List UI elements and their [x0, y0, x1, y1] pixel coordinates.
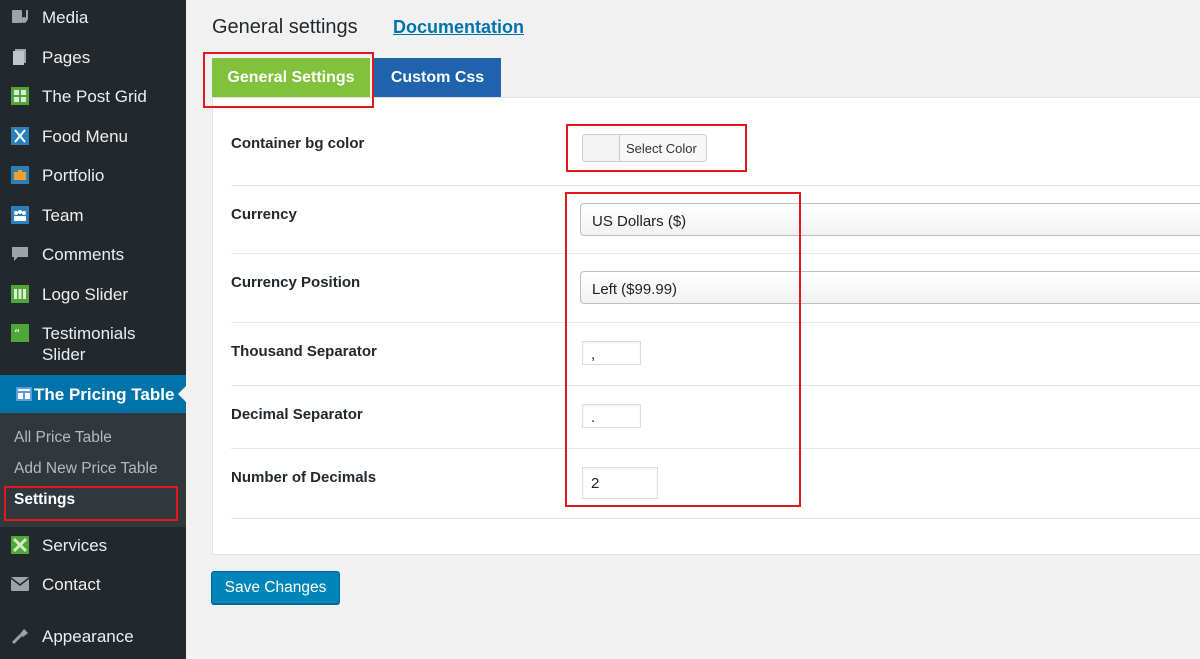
logo-slider-icon	[11, 285, 29, 303]
sidebar-item-label: Testimonials Slider	[42, 324, 136, 364]
sidebar-item-media[interactable]: Media	[0, 7, 186, 29]
pages-icon	[13, 49, 26, 65]
active-pointer	[178, 386, 186, 402]
media-icon	[12, 10, 28, 23]
number-of-decimals-input[interactable]: 2	[582, 467, 658, 499]
sidebar-item-team[interactable]: Team	[0, 205, 186, 227]
sidebar-item-testimonials[interactable]: “ Testimonials Slider	[0, 323, 186, 367]
sidebar-item-pages[interactable]: Pages	[0, 47, 186, 69]
pricing-table-submenu: All Price Table Add New Price Table Sett…	[0, 413, 186, 527]
row-divider	[231, 322, 1200, 323]
sidebar-item-food-menu[interactable]: Food Menu	[0, 126, 186, 148]
sidebar-item-label: Logo Slider	[42, 285, 129, 304]
tab-label: General Settings	[227, 69, 355, 86]
sidebar-item-post-grid[interactable]: The Post Grid	[0, 86, 186, 108]
post-grid-icon	[11, 87, 29, 105]
select-color-button[interactable]: Select Color	[582, 134, 707, 162]
services-icon	[11, 536, 29, 554]
sidebar-item-appearance[interactable]: Appearance	[0, 626, 186, 648]
row-divider	[231, 385, 1200, 386]
documentation-link[interactable]: Documentation	[393, 17, 524, 38]
sidebar-item-comments[interactable]: Comments	[0, 244, 186, 266]
sidebar-item-label: Comments	[42, 245, 125, 264]
currency-position-select[interactable]: Left ($99.99)	[580, 271, 1200, 304]
select-color-label: Select Color	[626, 141, 697, 156]
decimal-separator-input[interactable]: .	[582, 404, 641, 428]
contact-icon	[10, 577, 30, 591]
thousand-separator-label: Thousand Separator	[231, 343, 377, 360]
testimonials-icon: “	[11, 324, 29, 342]
currency-position-label: Currency Position	[231, 274, 361, 291]
sidebar-item-label: Contact	[42, 575, 101, 594]
sidebar-item-contact[interactable]: Contact	[0, 574, 186, 596]
portfolio-icon	[11, 166, 29, 184]
appearance-icon	[11, 629, 28, 645]
number-of-decimals-label: Number of Decimals	[231, 469, 377, 486]
sidebar-item-label: Team	[42, 206, 84, 225]
row-divider	[231, 253, 1200, 254]
tab-general-settings[interactable]: General Settings	[212, 58, 370, 104]
sidebar-item-label: Food Menu	[42, 127, 128, 146]
sidebar-item-label: Portfolio	[42, 166, 105, 185]
sidebar-item-label: The Pricing Table	[34, 385, 175, 404]
save-changes-button[interactable]: Save Changes	[211, 571, 340, 604]
sidebar-item-label: Appearance	[42, 627, 134, 646]
container-bg-label: Container bg color	[231, 135, 365, 152]
submenu-settings[interactable]: Settings	[14, 491, 75, 509]
food-menu-icon	[11, 127, 29, 145]
sidebar-item-services[interactable]: Services	[0, 535, 186, 557]
thousand-separator-input[interactable]: ,	[582, 341, 641, 365]
currency-label: Currency	[231, 206, 297, 223]
team-icon	[11, 206, 29, 224]
color-swatch	[583, 135, 620, 161]
sidebar-item-label: Pages	[42, 48, 91, 67]
tab-label: Custom Css	[390, 69, 485, 86]
sidebar-item-label: The Post Grid	[42, 87, 147, 106]
admin-sidebar: Media Pages The Post Grid Food Menu Port…	[0, 0, 186, 659]
sidebar-item-logo-slider[interactable]: Logo Slider	[0, 284, 186, 306]
sidebar-item-pricing-table[interactable]: The Pricing Table	[0, 375, 186, 413]
tab-custom-css[interactable]: Custom Css	[374, 58, 501, 97]
decimal-separator-label: Decimal Separator	[231, 406, 363, 423]
sidebar-item-portfolio[interactable]: Portfolio	[0, 165, 186, 187]
currency-select[interactable]: US Dollars ($)	[580, 203, 1200, 236]
sidebar-item-label: Media	[42, 8, 89, 27]
pricing-table-icon	[16, 387, 32, 401]
settings-panel: Container bg color Select Color Currency…	[212, 97, 1200, 555]
svg-text:“: “	[14, 327, 20, 341]
row-divider	[231, 448, 1200, 449]
row-divider	[231, 185, 1200, 186]
submenu-all-price-table[interactable]: All Price Table	[14, 429, 112, 447]
submenu-add-new-price-table[interactable]: Add New Price Table	[14, 460, 158, 478]
comments-icon	[12, 247, 28, 261]
page-title: General settings	[212, 16, 358, 38]
row-divider	[231, 518, 1200, 519]
sidebar-item-label: Services	[42, 536, 108, 555]
